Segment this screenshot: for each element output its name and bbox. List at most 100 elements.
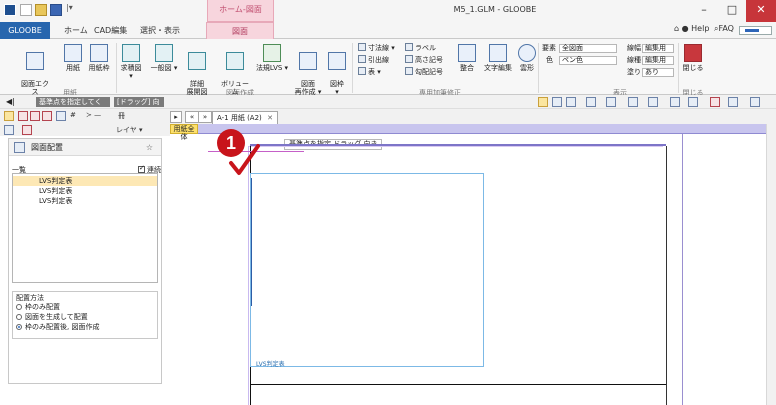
open-folder-icon[interactable] (35, 4, 47, 16)
ribbon-separator (352, 43, 353, 93)
layer-button[interactable]: レイヤ ▾ (116, 125, 143, 135)
pencil-icon[interactable] (30, 111, 40, 121)
prompt-drag-hint: [ドラッグ] 向き (114, 97, 164, 116)
settings-icon[interactable] (750, 97, 760, 107)
label-label: ラベル (415, 44, 436, 52)
regulation-lvs-button[interactable]: 法規LVS ▾ (255, 44, 289, 72)
slope-mark-button[interactable]: 勾配記号 (405, 67, 443, 77)
vertical-scrollbar[interactable] (766, 124, 776, 405)
light-icon[interactable] (670, 97, 680, 107)
close-button[interactable]: ✕ (746, 0, 776, 22)
radio-frame-then-create[interactable]: 枠のみ配置後, 図面作成 (16, 323, 99, 332)
list-item[interactable]: LVS判定表 (13, 176, 157, 186)
drawing-frame-button[interactable]: 図枠 ▾ (326, 44, 348, 96)
tab-select-display[interactable]: 選択・表示 (134, 22, 186, 39)
align-label: 整合 (460, 64, 474, 72)
collapse-icon[interactable]: ☆ (146, 139, 153, 156)
help-link[interactable]: ⌂ ● Help (674, 24, 709, 33)
radio-generate-and-place[interactable]: 図面を生成して配置 (16, 313, 88, 322)
pen-icon[interactable] (22, 125, 32, 135)
view-icon[interactable] (606, 97, 616, 107)
list-item[interactable]: LVS判定表 (13, 186, 157, 196)
pin-icon[interactable] (710, 97, 720, 107)
measure-icon[interactable] (728, 97, 738, 107)
canvas-top-strip (198, 124, 766, 134)
fence-icon[interactable]: 冊 (118, 111, 125, 121)
document-tab-a1[interactable]: A-1 用紙 (A2) ✕ (212, 111, 278, 124)
drawing-list[interactable]: LVS判定表 LVS判定表 LVS判定表 (12, 173, 158, 283)
minimize-button[interactable]: – (690, 0, 718, 22)
document-nav-icon[interactable]: ▸ (170, 111, 182, 123)
rotate-icon[interactable] (4, 125, 14, 135)
drawing-explorer-icon (26, 52, 44, 70)
next-tab-button[interactable]: » (198, 111, 212, 123)
text-edit-button[interactable]: 文字編集 (483, 44, 513, 72)
drawing-tools-row: # ≻ — 冊 (0, 109, 170, 123)
radio-frame-only[interactable]: 枠のみ配置 (16, 303, 60, 312)
redo-icon[interactable] (648, 97, 658, 107)
radio-selected-icon (16, 324, 22, 330)
color-select[interactable]: ペン色 (559, 56, 617, 65)
maximize-button[interactable]: □ (718, 0, 746, 22)
document-tab-bar: ▸ « » A-1 用紙 (A2) ✕ (170, 109, 776, 124)
faq-link[interactable]: ⌕FAQ (714, 24, 734, 34)
save-icon[interactable] (50, 4, 62, 16)
snap-mode-icon[interactable] (552, 97, 562, 107)
draw-icon[interactable] (42, 111, 52, 121)
dimension-line-button[interactable]: 寸法線 ▾ (358, 43, 395, 53)
previous-tab-button[interactable]: « (185, 111, 199, 123)
align-button[interactable]: 整合 (454, 44, 480, 72)
rectangle-select-icon[interactable] (4, 111, 14, 121)
layer-filter-icon[interactable] (566, 97, 576, 107)
tab-gloobe[interactable]: GLOOBE (0, 22, 50, 39)
paper-frame-button[interactable]: 用紙枠 (88, 44, 110, 72)
app-icon[interactable] (4, 4, 16, 16)
paper-outline (248, 146, 249, 405)
paper-button[interactable]: 用紙 (62, 44, 84, 72)
general-drawing-label: 一般図 ▾ (150, 64, 178, 72)
leader-icon (358, 55, 366, 63)
prompt-marker: ◀| (6, 97, 15, 106)
regulation-lvs-icon (263, 44, 281, 62)
placement-method-label: 配置方法 (16, 294, 44, 302)
grid-icon[interactable] (586, 97, 596, 107)
delete-icon[interactable] (18, 111, 28, 121)
checkbox-icon (138, 164, 145, 173)
hatch-icon[interactable]: # (70, 111, 76, 119)
close-tab-icon[interactable]: ✕ (267, 112, 273, 124)
leader-line-label: 引出線 (368, 56, 389, 64)
dimension-line-label: 寸法線 ▾ (368, 44, 395, 52)
paper-overview-tab[interactable]: 用紙全体 (170, 124, 198, 141)
area-drawing-button[interactable]: 求積図 ▾ (118, 44, 144, 80)
line-width-select[interactable]: 編集用 (642, 44, 674, 53)
tab-cad-edit[interactable]: CAD編集 (88, 22, 133, 39)
leader-line-button[interactable]: 引出線 (358, 55, 389, 65)
line-type-select[interactable]: 編集用 (642, 56, 674, 65)
line-icon[interactable] (56, 111, 66, 121)
snap-icon[interactable] (538, 97, 548, 107)
list-item[interactable]: LVS判定表 (13, 196, 157, 206)
general-drawing-button[interactable]: 一般図 ▾ (150, 44, 178, 72)
ribbon-separator (116, 43, 117, 93)
label-button[interactable]: ラベル (405, 43, 436, 53)
radio-icon (16, 314, 22, 320)
tab-drawing[interactable]: 図面 (206, 22, 274, 39)
paper-outline (248, 146, 663, 147)
height-mark-label: 高さ記号 (415, 56, 443, 64)
panel-header: 図面配置 ☆ (9, 139, 161, 156)
fill-label: 塗り (627, 68, 641, 76)
fill-select[interactable]: あり (642, 68, 674, 77)
height-mark-button[interactable]: 高さ記号 (405, 55, 443, 65)
brush-icon[interactable] (688, 97, 698, 107)
element-select[interactable]: 全図面 (559, 44, 617, 53)
arrow-icon[interactable]: ≻ — (86, 111, 101, 119)
cloud-button[interactable]: 雲形 (516, 44, 538, 72)
customize-quick-access-icon[interactable]: |▾ (66, 3, 74, 15)
new-file-icon[interactable] (20, 4, 32, 16)
recreate-drawing-button[interactable]: 図面 再作成 ▾ (294, 44, 322, 96)
ribbon-search-box[interactable] (739, 26, 772, 35)
drawing-placement-icon (14, 142, 25, 153)
table-button[interactable]: 表 ▾ (358, 67, 381, 77)
close-drawing-button[interactable]: 閉じる (682, 44, 704, 72)
undo-icon[interactable] (628, 97, 638, 107)
